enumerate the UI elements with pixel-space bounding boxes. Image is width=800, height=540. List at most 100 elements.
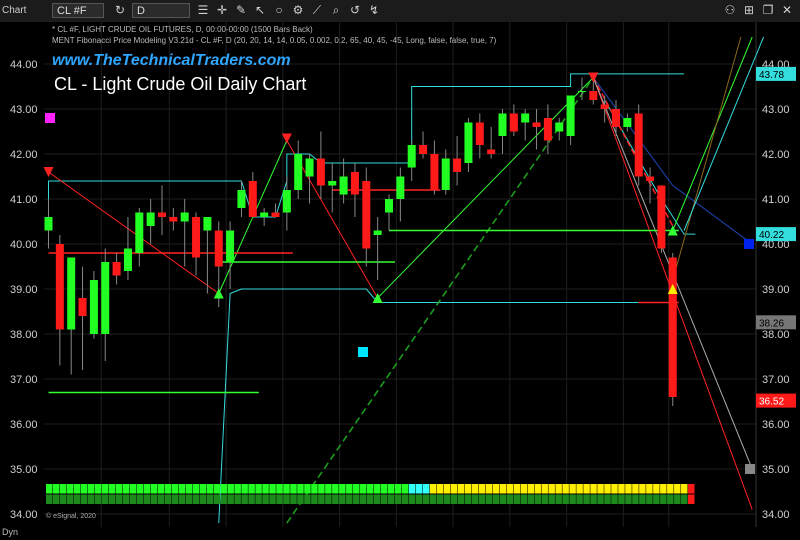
indicator-cell — [373, 494, 381, 504]
indicator-cell — [625, 484, 632, 494]
indicator-cell — [276, 494, 283, 504]
chart-title: CL - Light Crude Oil Daily Chart — [54, 74, 307, 94]
indicator-cell — [597, 494, 604, 504]
candle-body — [78, 298, 87, 316]
indicator-cell — [248, 494, 255, 504]
price-label-text: 43.78 — [759, 70, 784, 81]
y-tick-label-left: 37.00 — [10, 374, 38, 386]
candle-body — [373, 230, 382, 235]
grid-icon[interactable]: ⊞ — [741, 3, 757, 18]
indicator-cell — [604, 484, 611, 494]
candle-body — [180, 212, 189, 222]
indicator-cell — [94, 494, 102, 504]
indicator-cell — [387, 494, 395, 504]
zoom-icon[interactable]: ⌕ — [328, 3, 344, 18]
indicator-cell — [688, 484, 695, 494]
layout-icon[interactable]: ⚇ — [722, 3, 738, 18]
brand-watermark: www.TheTechnicalTraders.com — [52, 52, 291, 69]
candle-body — [305, 158, 314, 177]
circle-icon[interactable]: ○ — [271, 3, 287, 18]
indicator-cell — [380, 494, 388, 504]
indicator-cell — [367, 494, 374, 504]
y-tick-label-left: 38.00 — [10, 329, 38, 341]
indicator-cell — [506, 494, 514, 504]
y-tick-label-right: 43.00 — [762, 104, 790, 116]
y-tick-label-right: 35.00 — [762, 464, 790, 476]
indicator-cell — [520, 494, 528, 504]
indicator-cell — [143, 494, 151, 504]
indicator-cell — [220, 484, 227, 494]
indicator-cell — [66, 484, 74, 494]
indicator-cell — [590, 494, 597, 504]
reload-icon[interactable]: ↺ — [347, 3, 363, 18]
indicator-cell — [401, 494, 409, 504]
draw-icon[interactable]: ✎ — [233, 3, 249, 18]
indicator-cell — [583, 484, 590, 494]
indicator-cell — [555, 484, 562, 494]
link-icon[interactable]: ☰ — [195, 3, 211, 18]
candle-body — [646, 176, 655, 181]
indicator-cell — [562, 494, 569, 504]
indicator-cell — [171, 494, 179, 504]
indicator-cell — [422, 494, 430, 504]
indicator-cell — [199, 494, 207, 504]
refresh-icon[interactable]: ↻ — [112, 3, 128, 18]
indicator-cell — [101, 484, 109, 494]
candle-body — [192, 217, 201, 258]
indicator-cell — [164, 484, 172, 494]
indicator-cell — [353, 494, 360, 504]
indicator-cell — [499, 494, 507, 504]
indicator-cell — [415, 494, 423, 504]
candle-body — [396, 176, 405, 199]
indicator-cell — [332, 484, 339, 494]
candle-body — [453, 158, 462, 172]
candle-body — [668, 257, 677, 397]
close-icon[interactable]: ✕ — [779, 3, 795, 18]
settings-icon[interactable]: ⚙ — [290, 3, 306, 18]
indicator-cell — [597, 484, 604, 494]
indicator-cell — [667, 484, 674, 494]
indicator-cell — [674, 484, 681, 494]
candle-body — [282, 190, 291, 213]
indicator-cell — [653, 484, 660, 494]
interval-select[interactable]: D — [132, 3, 190, 18]
indicator-cell — [534, 494, 541, 504]
candle-body — [169, 217, 178, 222]
indicator-cell — [387, 484, 395, 494]
candle-body — [328, 181, 337, 186]
bolt-icon[interactable]: ↯ — [366, 3, 382, 18]
indicator-cell — [66, 494, 74, 504]
crosshair-icon[interactable]: ✛ — [214, 3, 230, 18]
price-label-text: 40.22 — [759, 230, 784, 241]
indicator-cell — [220, 494, 227, 504]
indicator-cell — [394, 494, 402, 504]
indicator-cell — [101, 494, 109, 504]
candle-body — [112, 262, 121, 276]
indicator-cell — [471, 484, 479, 494]
indicator-cell — [583, 494, 590, 504]
indicator-cell — [632, 484, 639, 494]
indicator-cell — [213, 494, 220, 504]
indicator-cell — [660, 484, 667, 494]
indicator-cell — [318, 484, 325, 494]
symbol-input[interactable]: CL #F — [52, 3, 104, 18]
indicator-cell — [492, 494, 500, 504]
restore-icon[interactable]: ❐ — [760, 3, 776, 18]
indicator-cell — [304, 494, 311, 504]
copyright-note: © eSignal, 2020 — [46, 513, 96, 520]
indicator-cell — [464, 494, 472, 504]
candle-body — [316, 158, 325, 186]
price-chart[interactable]: 34.00 34.00 35.00 35.00 36.00 36.00 37.00 37.00… — [0, 22, 800, 527]
candle-body — [44, 217, 53, 231]
indicator-cell — [611, 484, 618, 494]
indicator-cell — [471, 494, 479, 504]
indicator-cell — [513, 494, 521, 504]
candle-body — [464, 122, 473, 163]
chart-toolbar: Chart CL #F ↻ D ☰ ✛ ✎ ↖ ○ ⚙ ⟋ ⌕ ↺ ↯ ⚇ ⊞ … — [0, 0, 800, 23]
indicator-cell — [255, 494, 262, 504]
indicator-cell — [576, 484, 583, 494]
indicator-cell — [283, 494, 290, 504]
cursor-icon[interactable]: ↖ — [252, 3, 268, 18]
cyan-marker — [358, 347, 368, 357]
trend-icon[interactable]: ⟋ — [309, 3, 325, 18]
